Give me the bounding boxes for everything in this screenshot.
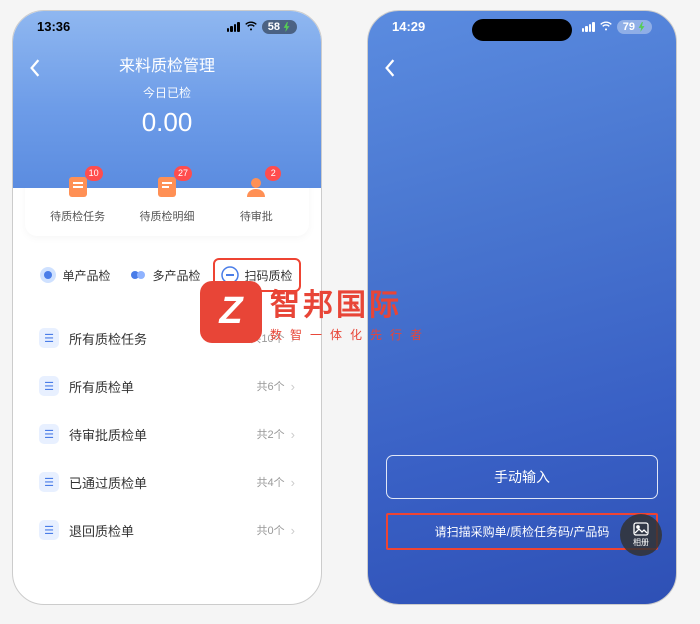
dynamic-island xyxy=(472,19,572,41)
list-item-pending-approval[interactable]: ☰ 待审批质检单 共2个 › xyxy=(25,410,309,458)
summary-pending-details[interactable]: 27 待质检明细 xyxy=(122,172,211,224)
page-subtitle: 今日已检 xyxy=(13,84,321,101)
list-icon: ☰ xyxy=(39,376,59,396)
status-time: 14:29 xyxy=(392,19,425,34)
chevron-right-icon: › xyxy=(291,475,295,490)
summary-pending-approval[interactable]: 2 待审批 xyxy=(212,172,301,224)
phone-left: 13:36 58 来料质检管理 今日已检 0.00 10 待质检任务 27 待质… xyxy=(12,10,322,605)
scan-hint: 请扫描采购单/质检任务码/产品码 xyxy=(386,513,658,550)
phone-right: 14:29 79 手动输入 请扫描采购单/质检任务码/产品码 相册 xyxy=(367,10,677,605)
page-title: 来料质检管理 xyxy=(13,38,321,76)
album-button[interactable]: 相册 xyxy=(620,514,662,556)
chevron-right-icon: › xyxy=(291,331,295,346)
manual-input-button[interactable]: 手动输入 xyxy=(386,455,658,499)
back-icon[interactable] xyxy=(384,59,396,77)
wifi-icon xyxy=(599,21,613,32)
back-icon[interactable] xyxy=(29,59,41,77)
list-icon: ☰ xyxy=(39,472,59,492)
task-list: ☰ 所有质检任务 共10个 › ☰ 所有质检单 共6个 › ☰ 待审批质检单 共… xyxy=(25,314,309,554)
inspection-tabs: 单产品检 多产品检 扫码质检 xyxy=(25,246,309,304)
chevron-right-icon: › xyxy=(291,523,295,538)
list-item-all-tasks[interactable]: ☰ 所有质检任务 共10个 › xyxy=(25,314,309,362)
list-item-all-orders[interactable]: ☰ 所有质检单 共6个 › xyxy=(25,362,309,410)
signal-icon xyxy=(582,22,595,32)
status-indicators: 58 xyxy=(227,20,297,34)
list-item-rejected[interactable]: ☰ 退回质检单 共0个 › xyxy=(25,506,309,554)
summary-pending-tasks[interactable]: 10 待质检任务 xyxy=(33,172,122,224)
list-icon: ☰ xyxy=(39,328,59,348)
list-icon: ☰ xyxy=(39,520,59,540)
status-bar: 13:36 58 xyxy=(13,11,321,38)
tab-single-product[interactable]: 单产品检 xyxy=(33,258,117,292)
page-header: 13:36 58 来料质检管理 今日已检 0.00 xyxy=(13,11,321,188)
battery-indicator: 58 xyxy=(262,20,297,34)
wifi-icon xyxy=(244,21,258,32)
today-count: 0.00 xyxy=(13,107,321,138)
chevron-right-icon: › xyxy=(291,379,295,394)
image-icon xyxy=(633,522,649,536)
tab-scan-code[interactable]: 扫码质检 xyxy=(213,258,301,292)
status-indicators: 79 xyxy=(582,20,652,34)
battery-indicator: 79 xyxy=(617,20,652,34)
list-item-passed[interactable]: ☰ 已通过质检单 共4个 › xyxy=(25,458,309,506)
chevron-right-icon: › xyxy=(291,427,295,442)
list-icon: ☰ xyxy=(39,424,59,444)
status-time: 13:36 xyxy=(37,19,70,34)
tab-multi-product[interactable]: 多产品检 xyxy=(123,258,207,292)
signal-icon xyxy=(227,22,240,32)
